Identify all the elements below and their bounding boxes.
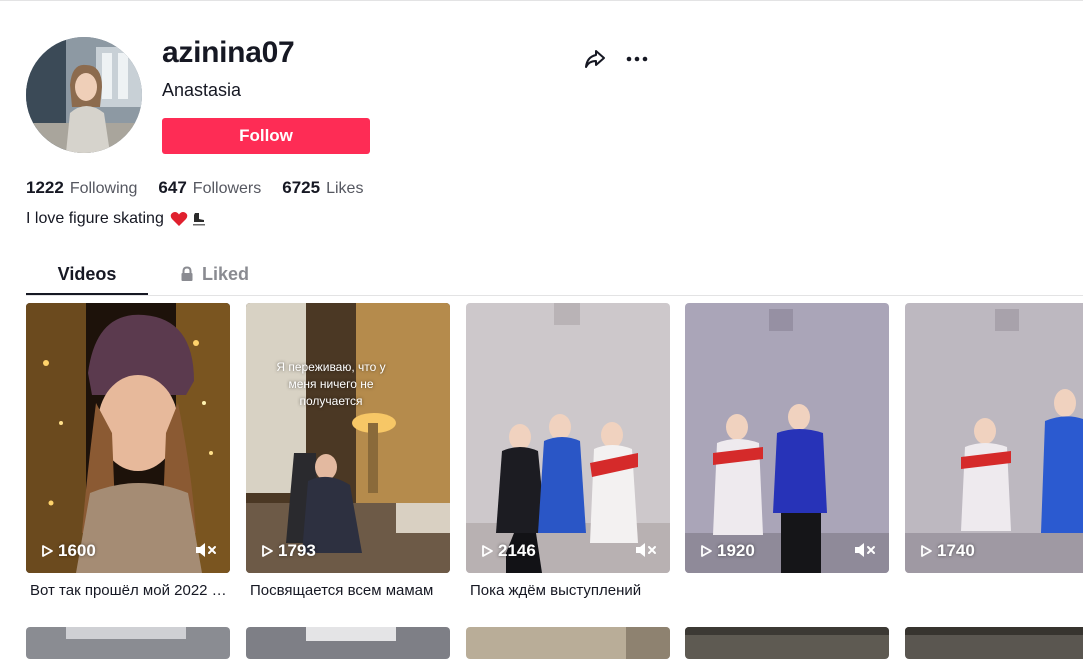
video-thumbnail xyxy=(26,627,230,659)
video-card[interactable]: 1600 xyxy=(26,303,230,573)
bio: I love figure skating xyxy=(26,210,206,228)
view-count-value: 1920 xyxy=(717,541,755,560)
video-card[interactable]: 1920 xyxy=(685,303,889,573)
stat-followers[interactable]: 647 Followers xyxy=(158,178,261,198)
likes-count: 6725 xyxy=(282,178,321,197)
more-icon[interactable] xyxy=(624,46,650,72)
view-count: 2146 xyxy=(480,541,536,561)
tab-liked[interactable]: Liked xyxy=(180,255,249,293)
video-card[interactable]: 1740 xyxy=(905,303,1083,573)
mute-icon[interactable] xyxy=(853,541,877,559)
view-count-value: 1793 xyxy=(278,541,316,560)
play-icon xyxy=(482,545,493,557)
view-count-value: 2146 xyxy=(498,541,536,560)
likes-label: Likes xyxy=(326,180,364,197)
play-icon xyxy=(262,545,273,557)
followers-count: 647 xyxy=(158,178,187,197)
video-card[interactable] xyxy=(466,627,670,659)
heart-icon xyxy=(170,212,188,226)
video-caption[interactable]: Вот так прошёл мой 2022 год xyxy=(26,582,230,599)
mute-icon[interactable] xyxy=(634,541,658,559)
video-thumbnail xyxy=(466,303,670,573)
video-thumbnail xyxy=(685,627,889,659)
bio-text: I love figure skating xyxy=(26,210,164,227)
following-count: 1222 xyxy=(26,178,64,197)
ice-skate-icon xyxy=(192,213,205,226)
avatar-image xyxy=(26,37,142,153)
video-card[interactable] xyxy=(905,627,1083,659)
view-count-value: 1600 xyxy=(58,541,96,560)
tab-liked-label: Liked xyxy=(202,263,250,284)
tab-videos[interactable]: Videos xyxy=(26,255,148,295)
view-count-value: 1740 xyxy=(937,541,975,560)
video-thumbnail xyxy=(26,303,230,573)
followers-label: Followers xyxy=(192,180,262,197)
top-divider xyxy=(0,0,1083,5)
view-count: 1600 xyxy=(40,541,96,561)
play-icon xyxy=(921,545,932,557)
lock-icon xyxy=(181,266,193,281)
video-thumbnail xyxy=(905,627,1083,659)
video-caption[interactable]: Пока ждём выступлений xyxy=(466,582,670,599)
stat-likes: 6725 Likes xyxy=(282,178,363,198)
nickname: Anastasia xyxy=(162,80,242,100)
following-label: Following xyxy=(69,180,138,197)
video-overlay-text: Я переживаю, что у меня ничего не получа… xyxy=(276,360,386,408)
play-icon xyxy=(701,545,712,557)
avatar[interactable] xyxy=(26,37,142,153)
video-card[interactable] xyxy=(685,627,889,659)
video-card[interactable] xyxy=(26,627,230,659)
play-icon xyxy=(42,545,53,557)
mute-icon[interactable] xyxy=(194,541,218,559)
view-count: 1793 xyxy=(260,541,316,561)
video-thumbnail xyxy=(246,303,450,573)
profile-tabs: Videos Liked xyxy=(26,255,1083,296)
stat-following[interactable]: 1222 Following xyxy=(26,178,137,198)
follow-button[interactable]: Follow xyxy=(162,118,370,154)
profile-stats: 1222 Following 647 Followers 6725 Likes xyxy=(26,178,384,198)
video-card[interactable]: 2146 xyxy=(466,303,670,573)
video-caption[interactable]: Посвящается всем мамам xyxy=(246,582,450,599)
view-count: 1920 xyxy=(699,541,755,561)
share-icon[interactable] xyxy=(582,46,608,72)
tab-videos-label: Videos xyxy=(57,263,117,284)
video-thumbnail xyxy=(905,303,1083,573)
video-card[interactable] xyxy=(246,627,450,659)
video-thumbnail xyxy=(685,303,889,573)
video-thumbnail xyxy=(466,627,670,659)
video-card[interactable]: Я переживаю, что у меня ничего не получа… xyxy=(246,303,450,573)
video-thumbnail xyxy=(246,627,450,659)
username: azinina07 xyxy=(162,36,295,69)
view-count: 1740 xyxy=(919,541,975,561)
